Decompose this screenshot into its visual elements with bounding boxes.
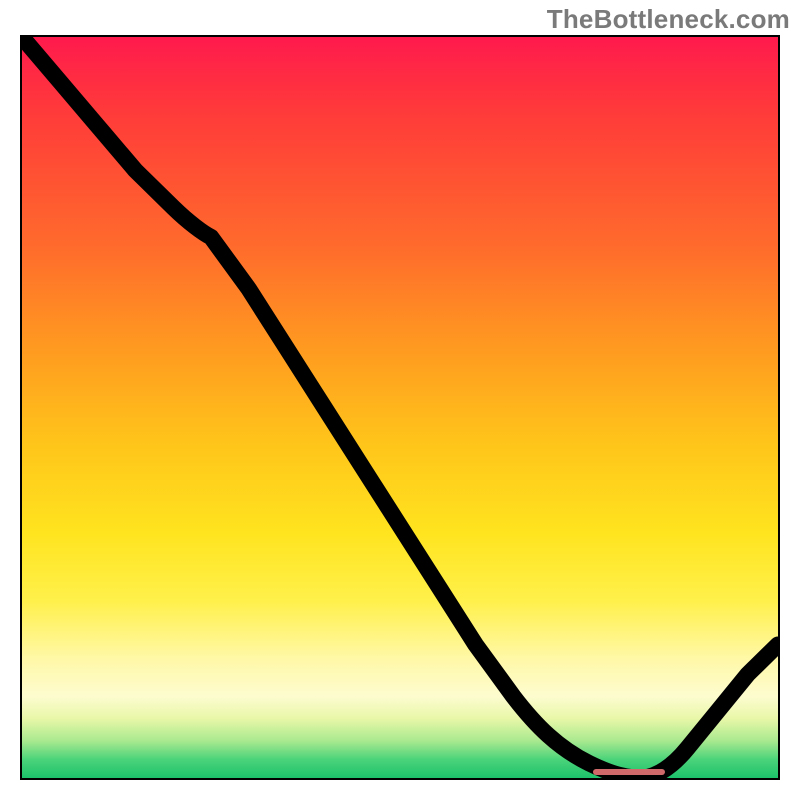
curve-layer	[22, 37, 778, 778]
plot-frame	[20, 35, 780, 780]
watermark-text: TheBottleneck.com	[547, 4, 790, 35]
min-marker	[593, 769, 665, 775]
curve-path	[22, 37, 778, 778]
